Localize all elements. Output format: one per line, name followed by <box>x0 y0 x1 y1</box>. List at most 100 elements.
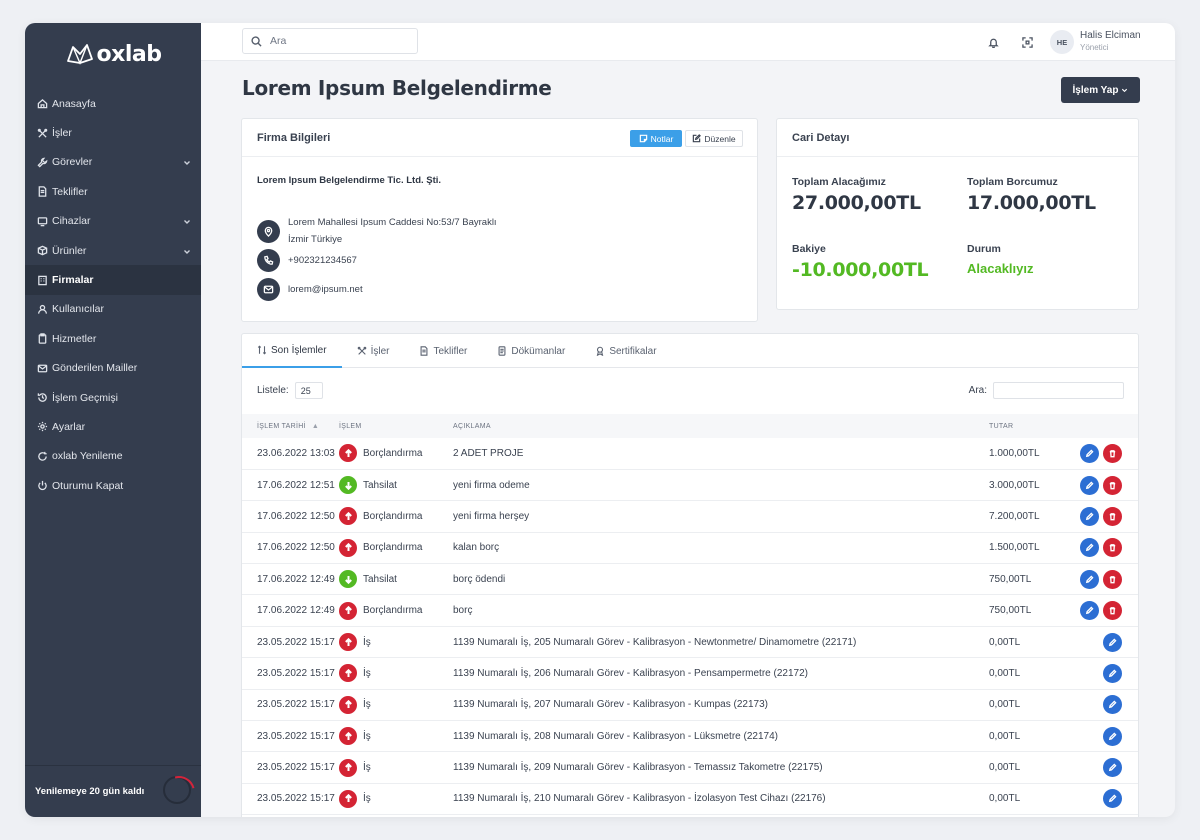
edit-row-button[interactable] <box>1080 475 1099 495</box>
delete-row-button[interactable] <box>1103 569 1122 589</box>
user-role: Yönetici <box>1080 43 1109 52</box>
sidebar-item-11[interactable]: Ayarlar <box>25 412 201 441</box>
edit-row-button[interactable] <box>1080 569 1099 589</box>
pencil-icon <box>1108 732 1117 740</box>
delete-row-button[interactable] <box>1103 506 1122 526</box>
sidebar-item-4[interactable]: Cihazlar <box>25 207 201 236</box>
cell-date: 23.05.2022 15:17 <box>257 667 335 679</box>
edit-row-button[interactable] <box>1080 506 1099 526</box>
global-search[interactable] <box>242 28 418 54</box>
edit-row-button[interactable] <box>1103 632 1122 652</box>
cell-amount: 0,00TL <box>989 699 1021 711</box>
col-amount-header[interactable]: TUTAR <box>989 414 1065 438</box>
delete-row-button[interactable] <box>1103 475 1122 495</box>
chevron-down-icon <box>183 247 191 255</box>
address-line-2: İzmir Türkiye <box>288 234 343 245</box>
sidebar-item-12[interactable]: oxlab Yenileme <box>25 442 201 471</box>
cell-type: Tahsilat <box>339 564 453 595</box>
cell-amount: 1.000,00TL <box>989 447 1040 459</box>
sidebar-item-10[interactable]: İşlem Geçmişi <box>25 383 201 412</box>
edit-row-button[interactable] <box>1080 601 1099 621</box>
sidebar-item-1[interactable]: İşler <box>25 118 201 147</box>
pencil-icon <box>1085 575 1094 583</box>
cell-actions <box>1065 438 1138 469</box>
edit-icon <box>693 134 702 143</box>
sidebar-item-6[interactable]: Firmalar <box>25 265 201 295</box>
email-text[interactable]: lorem@ipsum.net <box>288 281 363 298</box>
cell-actions <box>1065 595 1138 626</box>
avatar[interactable]: HE <box>1050 30 1074 54</box>
edit-row-button[interactable] <box>1103 758 1122 778</box>
phone-text[interactable]: +902321234567 <box>288 252 357 269</box>
tab-3[interactable]: Dökümanlar <box>482 334 580 368</box>
edit-row-button[interactable] <box>1103 789 1122 809</box>
delete-row-button[interactable] <box>1103 443 1122 463</box>
edit-row-button[interactable] <box>1103 663 1122 683</box>
tab-0[interactable]: Son İşlemler <box>242 334 342 368</box>
sidebar-item-9[interactable]: Gönderilen Mailler <box>25 354 201 383</box>
user-name[interactable]: Halis Elciman <box>1080 30 1141 41</box>
edit-row-button[interactable] <box>1103 695 1122 715</box>
table-row: 23.05.2022 15:17 İş 1139 Numaralı İş, 206 … <box>242 658 1138 690</box>
tab-1[interactable]: İşler <box>342 334 405 368</box>
cell-type: Borçlandırma <box>339 595 453 626</box>
tab-label: Teklifler <box>433 345 468 357</box>
sidebar-item-0[interactable]: Anasayfa <box>25 89 201 118</box>
col-type-header[interactable]: İŞLEM <box>339 414 453 438</box>
notification-bell-icon[interactable] <box>986 35 1000 49</box>
firm-info-card: Firma Bilgileri Notlar Düzenle Lorem Ips… <box>241 118 758 322</box>
address-text: Lorem Mahallesi Ipsum Caddesi No:53/7 Ba… <box>288 214 497 248</box>
document-icon <box>421 346 428 356</box>
cell-description: 1139 Numaralı İş, 207 Numaralı Görev - K… <box>453 699 768 711</box>
pencil-icon <box>1085 512 1094 521</box>
tab-2[interactable]: Teklifler <box>404 334 482 368</box>
logo-mark-icon <box>66 44 93 65</box>
search-icon <box>251 35 262 47</box>
sidebar-nav: Anasayfa İşler Görevler Teklifler Cihazlar Ür… <box>25 89 201 500</box>
fullscreen-icon[interactable] <box>1020 35 1034 49</box>
sidebar-item-label: Teklifler <box>52 185 88 198</box>
renewal-progress-ring <box>163 776 191 804</box>
col-desc-header[interactable]: AÇIKLAMA <box>453 414 989 438</box>
table-row: 23.05.2022 15:17 İş 1139 Numaralı İş, 210 … <box>242 783 1138 815</box>
cell-description: kalan borç <box>453 542 500 554</box>
refresh-icon <box>35 450 49 462</box>
trash-icon <box>1109 575 1116 584</box>
sidebar-item-7[interactable]: Kullanıcılar <box>25 295 201 324</box>
balance-value: -10.000,00TL <box>792 259 929 281</box>
edit-row-button[interactable] <box>1103 726 1122 746</box>
col-date-header[interactable]: İŞLEM TARİHİ ▲ <box>242 414 339 438</box>
delete-row-button[interactable] <box>1103 538 1122 558</box>
tab-4[interactable]: Sertifikalar <box>580 334 671 368</box>
cell-actions <box>1065 689 1138 720</box>
file-icon <box>498 346 506 356</box>
cell-actions <box>1065 564 1138 595</box>
mail-icon <box>35 362 49 374</box>
search-input[interactable] <box>270 35 410 47</box>
sidebar-item-13[interactable]: Oturumu Kapat <box>25 471 201 500</box>
table-row: 23.06.2022 13:03 Borçlandırma 2 ADET PROJE… <box>242 438 1138 470</box>
table-search-input[interactable] <box>993 382 1124 399</box>
delete-row-button[interactable] <box>1103 601 1122 621</box>
table-row: 17.06.2022 12:51 Tahsilat yeni firma odeme… <box>242 469 1138 501</box>
table-row: 23.05.2022 15:17 İş 1139 Numaralı İş, 207 … <box>242 689 1138 721</box>
notes-button[interactable]: Notlar <box>630 130 682 147</box>
edit-button[interactable]: Düzenle <box>685 130 743 147</box>
chevron-down-icon <box>183 217 191 225</box>
box-icon <box>35 245 49 257</box>
edit-row-button[interactable] <box>1080 538 1099 558</box>
cell-amount: 0,00TL <box>989 636 1021 648</box>
page-size-select[interactable]: 25 <box>294 382 323 399</box>
phone-row: +902321234567 <box>257 249 357 272</box>
edit-row-button[interactable] <box>1080 443 1099 463</box>
sidebar-item-8[interactable]: Hizmetler <box>25 324 201 353</box>
sidebar-item-5[interactable]: Ürünler <box>25 236 201 265</box>
location-pin-icon <box>257 219 280 243</box>
cell-type: Borçlandırma <box>339 532 453 563</box>
document-icon <box>35 186 49 198</box>
cell-type-label: İş <box>363 730 371 742</box>
action-menu-button[interactable]: İşlem Yap <box>1061 77 1140 103</box>
sidebar-item-3[interactable]: Teklifler <box>25 177 201 206</box>
sidebar-item-2[interactable]: Görevler <box>25 148 201 177</box>
logo[interactable]: oxlab <box>25 23 201 85</box>
